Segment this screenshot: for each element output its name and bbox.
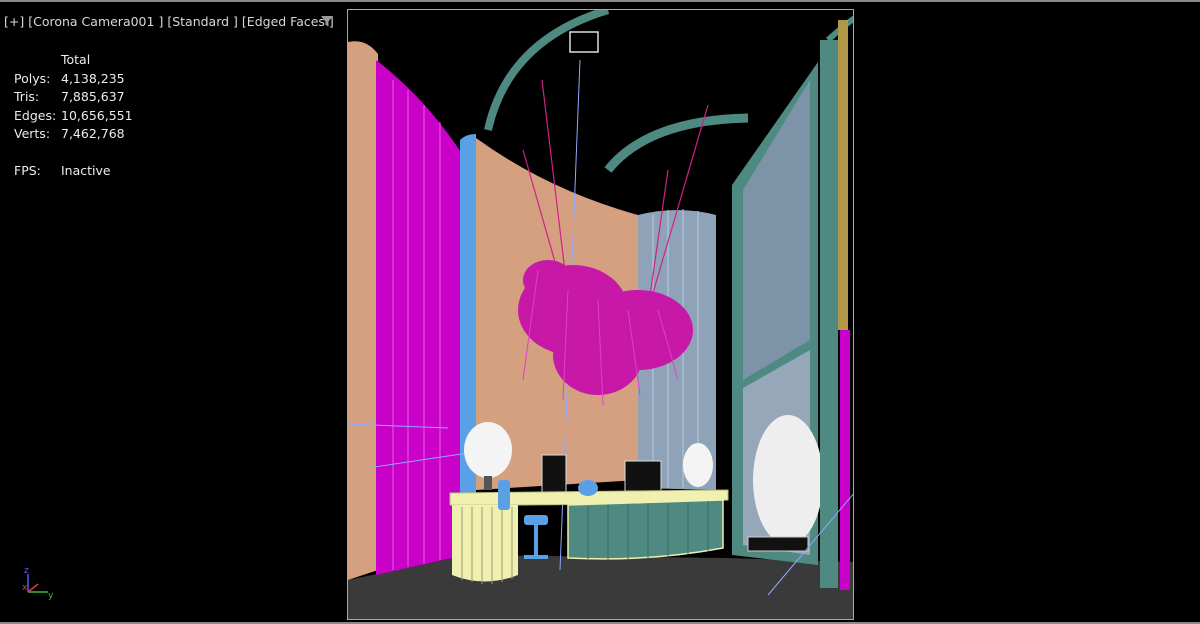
office-chair-back bbox=[578, 480, 598, 496]
ceiling-camera-object bbox=[569, 31, 599, 53]
ceiling-ring bbox=[604, 113, 749, 173]
statistics-overlay: Total Polys: 4,138,235 Tris: 7,885,637 E… bbox=[14, 51, 133, 180]
axis-z-label: z bbox=[24, 566, 29, 576]
right-column-edge bbox=[838, 20, 848, 330]
axis-gizmo: z x y bbox=[22, 566, 54, 601]
ceiling-ring bbox=[484, 10, 610, 131]
window-planter bbox=[747, 536, 809, 552]
stats-row: Edges: 10,656,551 bbox=[14, 107, 133, 126]
monitor-left bbox=[541, 454, 567, 494]
stats-label: Verts: bbox=[14, 126, 51, 141]
fps-row: FPS: Inactive bbox=[14, 162, 133, 181]
stats-value: 7,462,768 bbox=[61, 126, 125, 141]
right-magenta-strip bbox=[840, 330, 850, 590]
plant-right bbox=[683, 443, 713, 487]
stats-header: Total bbox=[61, 52, 91, 67]
scene-render bbox=[348, 10, 853, 619]
stats-row: Polys: 4,138,235 bbox=[14, 70, 133, 89]
axis-x-label: x bbox=[22, 583, 28, 593]
stats-value: 4,138,235 bbox=[61, 70, 125, 86]
stats-row: Tris: 7,885,637 bbox=[14, 88, 133, 107]
stats-row: Verts: 7,462,768 bbox=[14, 125, 133, 144]
viewport-point-of-view-menu[interactable]: [Corona Camera001 ] bbox=[28, 14, 163, 29]
axis-y-label: y bbox=[48, 591, 54, 601]
stats-label: Polys: bbox=[14, 70, 51, 86]
stats-value: 7,885,637 bbox=[61, 89, 125, 104]
stats-value: 10,656,551 bbox=[61, 107, 133, 123]
outdoor-foliage bbox=[753, 415, 823, 545]
stats-label: Tris: bbox=[14, 89, 40, 104]
stats-header-row: Total bbox=[14, 51, 133, 70]
right-column bbox=[820, 40, 838, 588]
viewport-general-menu[interactable]: [+] bbox=[4, 14, 24, 29]
reception-desk-body bbox=[567, 499, 724, 560]
plant-left bbox=[464, 422, 512, 478]
filter-funnel-icon[interactable] bbox=[320, 14, 334, 28]
fps-value: Inactive bbox=[61, 162, 111, 178]
fps-label: FPS: bbox=[14, 162, 41, 178]
stats-label: Edges: bbox=[14, 107, 57, 123]
viewport-shading-menu[interactable]: [Standard ] bbox=[167, 14, 238, 29]
floor bbox=[348, 555, 853, 619]
left-wall bbox=[348, 41, 378, 580]
monitor-right bbox=[624, 460, 662, 492]
viewport[interactable]: [+] [Corona Camera001 ] [Standard ] [Edg… bbox=[0, 0, 1200, 624]
plant-left-pot bbox=[484, 476, 492, 490]
safe-frame bbox=[347, 9, 854, 620]
viewport-label-menu[interactable]: [+] [Corona Camera001 ] [Standard ] [Edg… bbox=[4, 14, 334, 29]
